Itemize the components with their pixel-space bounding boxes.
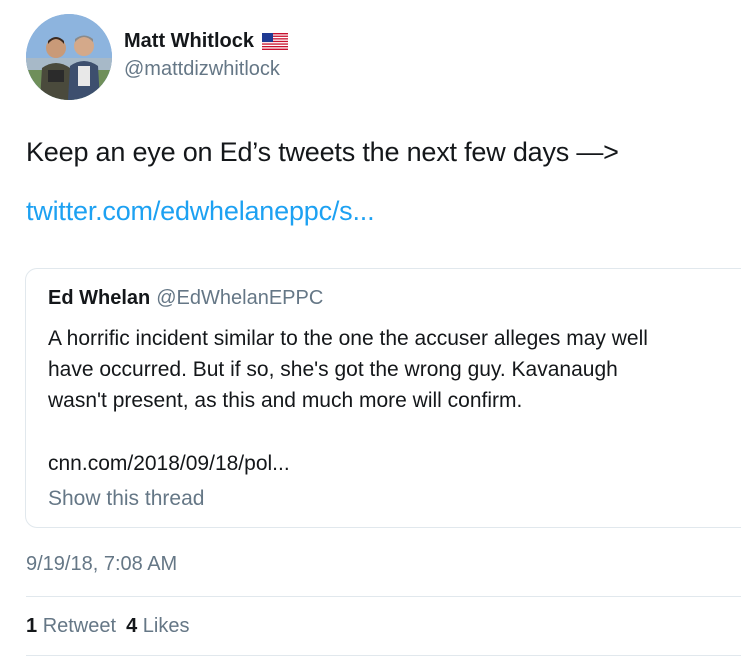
- quoted-display-name: Ed Whelan: [48, 287, 151, 309]
- quoted-tweet-link[interactable]: cnn.com/2018/09/18/pol...: [48, 452, 290, 476]
- quoted-text-line: wasn't present, as this and much more wi…: [48, 389, 523, 412]
- avatar[interactable]: [26, 14, 112, 100]
- us-flag-icon: [262, 33, 288, 50]
- likes-label: Likes: [142, 615, 190, 637]
- tweet-text: Keep an eye on Ed’s tweets the next few …: [26, 137, 619, 167]
- tweet: Matt Whitlock @mattdizwhitlock Keep an e…: [0, 0, 741, 660]
- quoted-handle: @EdWhelanEPPC: [156, 287, 324, 309]
- likes-count: 4: [126, 615, 138, 637]
- divider: [26, 655, 741, 656]
- quoted-tweet-text: A horrific incident similar to the one t…: [48, 323, 738, 416]
- tweet-timestamp[interactable]: 9/19/18, 7:08 AM: [26, 553, 177, 576]
- quoted-tweet[interactable]: Ed Whelan @EdWhelanEPPC A horrific incide…: [25, 268, 741, 528]
- display-name[interactable]: Matt Whitlock: [124, 30, 254, 53]
- retweets-label: Retweet: [42, 615, 117, 637]
- tweet-stats: 1 Retweet 4 Likes: [26, 615, 199, 638]
- user-name-row: Matt Whitlock: [124, 30, 288, 53]
- user-handle[interactable]: @mattdizwhitlock: [124, 58, 280, 81]
- tweet-link[interactable]: twitter.com/edwhelaneppc/s...: [26, 196, 375, 227]
- likes-stat[interactable]: 4 Likes: [126, 615, 189, 637]
- quoted-text-line: have occurred. But if so, she's got the …: [48, 358, 618, 381]
- quoted-tweet-header: Ed Whelan @EdWhelanEPPC: [48, 287, 323, 310]
- show-thread-link[interactable]: Show this thread: [48, 487, 204, 511]
- avatar-photo: [26, 14, 112, 100]
- divider: [26, 596, 741, 597]
- retweets-count: 1: [26, 615, 38, 637]
- retweets-stat[interactable]: 1 Retweet: [26, 615, 116, 637]
- quoted-text-line: A horrific incident similar to the one t…: [48, 327, 648, 350]
